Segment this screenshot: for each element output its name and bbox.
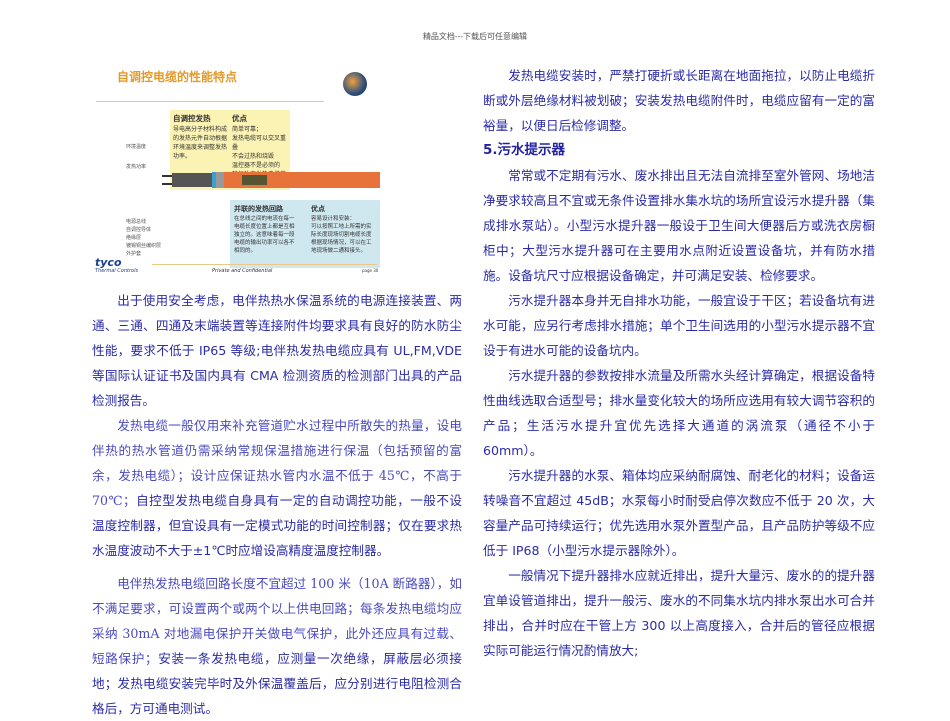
label-layer: 自调控导体 [126,227,152,233]
section-heading: 5.污水提示器 [483,142,566,158]
paragraph: 发热电缆安装时，严禁打硬折或长距离在地面拖拉，以防止电缆折断或外层绝缘材料被划破… [483,68,875,133]
label-ambient-temp: 环境温度 [126,144,147,150]
parallel-circuit-box: 并联的发热回路在总线之间的电流在每一电缆长度位置上都是互相独立的。这意味着每一段… [230,200,380,268]
box-text: 在总线之间的电流在每一电缆长度位置上都是互相独立的。这意味着每一段电缆的输出功率… [234,216,295,254]
left-column: 出于使用安全考虑，电伴热热水保温系统的电源连接装置、两通、三通、四通及末端装置等… [92,288,462,721]
photo-thumbnail [343,72,367,96]
box-text: 导电高分子材料构成的发热元件自动根据环境温度来调整发热功率。 [173,126,228,160]
paragraph: 发热电缆一般仅用来补充管道贮水过程中所散失的热量，设电伴热的热水管道仍需采纳常规… [92,413,462,563]
label-heat-output: 发热功率 [126,164,147,170]
box-heading: 并联的发热回路 [234,205,283,213]
cable-illustration [162,172,380,188]
paragraph: 污水提升器的参数按排水流量及所需水头经计算确定，根据设备特性曲线选取合适型号；排… [483,368,875,458]
adv-item: 温控器不是必须的 [232,162,281,169]
paragraph: 电伴热发热电缆回路长度不宜超过 100 米（10A 断路器），如不满足要求，可设… [92,571,462,721]
label-layer: 外护套 [126,251,142,257]
figure-title: 自调控电缆的性能特点 [117,70,238,84]
paragraph: 一般情况下提升器排水应就近排出，提升大量污、废水的的提升器宜单设管道排出，提升一… [483,568,875,658]
adv-item: 简单可靠； [232,126,263,133]
paragraph-sans-part: 自控型发热电缆自身具有一定的自动调控功能，一般不设温度控制器，但宜设具有一定模式… [92,493,463,558]
adv-item: 根据现场情况，可以在工地现场做二通和接头。 [311,240,372,254]
logo-subtitle: Thermal Controls [95,268,139,274]
paragraph: 污水提升器的水泵、箱体均应采纳耐腐蚀、耐老化的材料；设备运转噪音不宜超过 45d… [483,468,875,558]
paragraph: 常常或不定期有污水、废水排出且无法自流排至室外管网、场地洁净要求较高且不宜或无条… [483,168,875,283]
right-column: 发热电缆安装时，严禁打硬折或长距离在地面拖拉，以防止电缆折断或外层绝缘材料被划破… [483,63,875,663]
adv-intro: 容易设计和安装： [311,216,356,222]
figure-page-number: page 30 [362,268,379,273]
box-heading: 自调控发热 [173,114,211,123]
label-layer: 镀锡铜丝编织层 [126,243,162,249]
adv-heading: 优点 [232,114,247,123]
figure-footer-rule [152,264,377,265]
paragraph: 出于使用安全考虑，电伴热热水保温系统的电源连接装置、两通、三通、四通及末端装置等… [92,293,462,408]
adv-item: 不会过热和烧毁 [232,153,275,160]
adv-item: 发热电缆可以交叉重叠 [232,135,287,151]
paragraph: 污水提升器本身并无自排水功能，一般宜设于干区；若设备坑有进水可能，应另行考虑排水… [483,293,875,358]
figure-footer: Private and Confidential [212,268,273,274]
figure-self-regulating-cable: 自调控电缆的性能特点 自调控发热导电高分子材料构成的发热元件自动根据环境温度来调… [92,60,382,278]
label-layer: 绝缘层 [126,235,142,241]
figure-divider [96,101,324,102]
page-header: 精品文档---下载后可任意编辑 [422,32,528,41]
adv-heading: 优点 [311,205,325,213]
label-layer: 电源总线 [126,219,147,225]
adv-item: 可以按照工地上所需的实际长度现场切割电缆长度 [311,224,372,238]
